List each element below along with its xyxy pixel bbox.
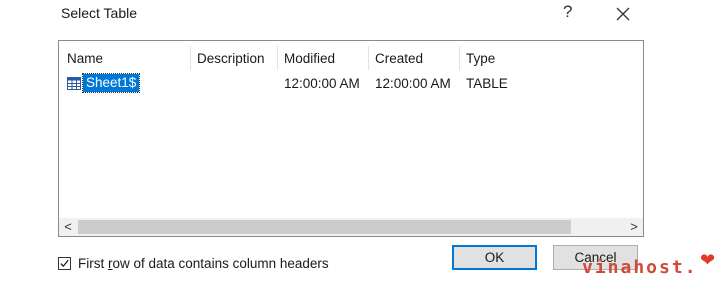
horizontal-scrollbar[interactable]: < > bbox=[59, 218, 643, 236]
heart-icon: ❤ bbox=[700, 250, 716, 270]
scroll-left-button[interactable]: < bbox=[59, 218, 77, 236]
row-name-cell[interactable]: Sheet1$ bbox=[81, 73, 141, 93]
column-headers-checkbox-label[interactable]: First row of data contains column header… bbox=[78, 256, 329, 271]
column-separator bbox=[277, 46, 278, 70]
checkmark-icon bbox=[60, 259, 69, 268]
dialog-title: Select Table bbox=[61, 5, 138, 21]
column-separator bbox=[459, 46, 460, 70]
row-created-cell: 12:00:00 AM bbox=[375, 76, 451, 91]
column-header-type[interactable]: Type bbox=[466, 51, 495, 66]
close-icon bbox=[616, 7, 630, 21]
row-modified-cell: 12:00:00 AM bbox=[284, 76, 360, 91]
row-type-cell: TABLE bbox=[466, 76, 508, 91]
scrollbar-thumb[interactable] bbox=[78, 220, 571, 234]
column-header-name[interactable]: Name bbox=[67, 51, 103, 66]
table-listbox[interactable]: Name Description Modified Created Type S… bbox=[58, 40, 644, 237]
column-header-description[interactable]: Description bbox=[197, 51, 265, 66]
table-icon bbox=[67, 77, 81, 90]
scroll-right-button[interactable]: > bbox=[625, 218, 643, 236]
table-row[interactable]: Sheet1$ 12:00:00 AM 12:00:00 AM TABLE bbox=[63, 73, 623, 93]
column-header-created[interactable]: Created bbox=[375, 51, 423, 66]
column-separator bbox=[190, 46, 191, 70]
column-separator bbox=[368, 46, 369, 70]
close-button[interactable] bbox=[612, 0, 634, 26]
column-header-modified[interactable]: Modified bbox=[284, 51, 335, 66]
column-headers-checkbox[interactable] bbox=[58, 257, 71, 270]
help-button[interactable]: ? bbox=[563, 2, 572, 22]
ok-button[interactable]: OK bbox=[452, 245, 537, 270]
watermark-logo: vinahost. bbox=[582, 257, 698, 278]
